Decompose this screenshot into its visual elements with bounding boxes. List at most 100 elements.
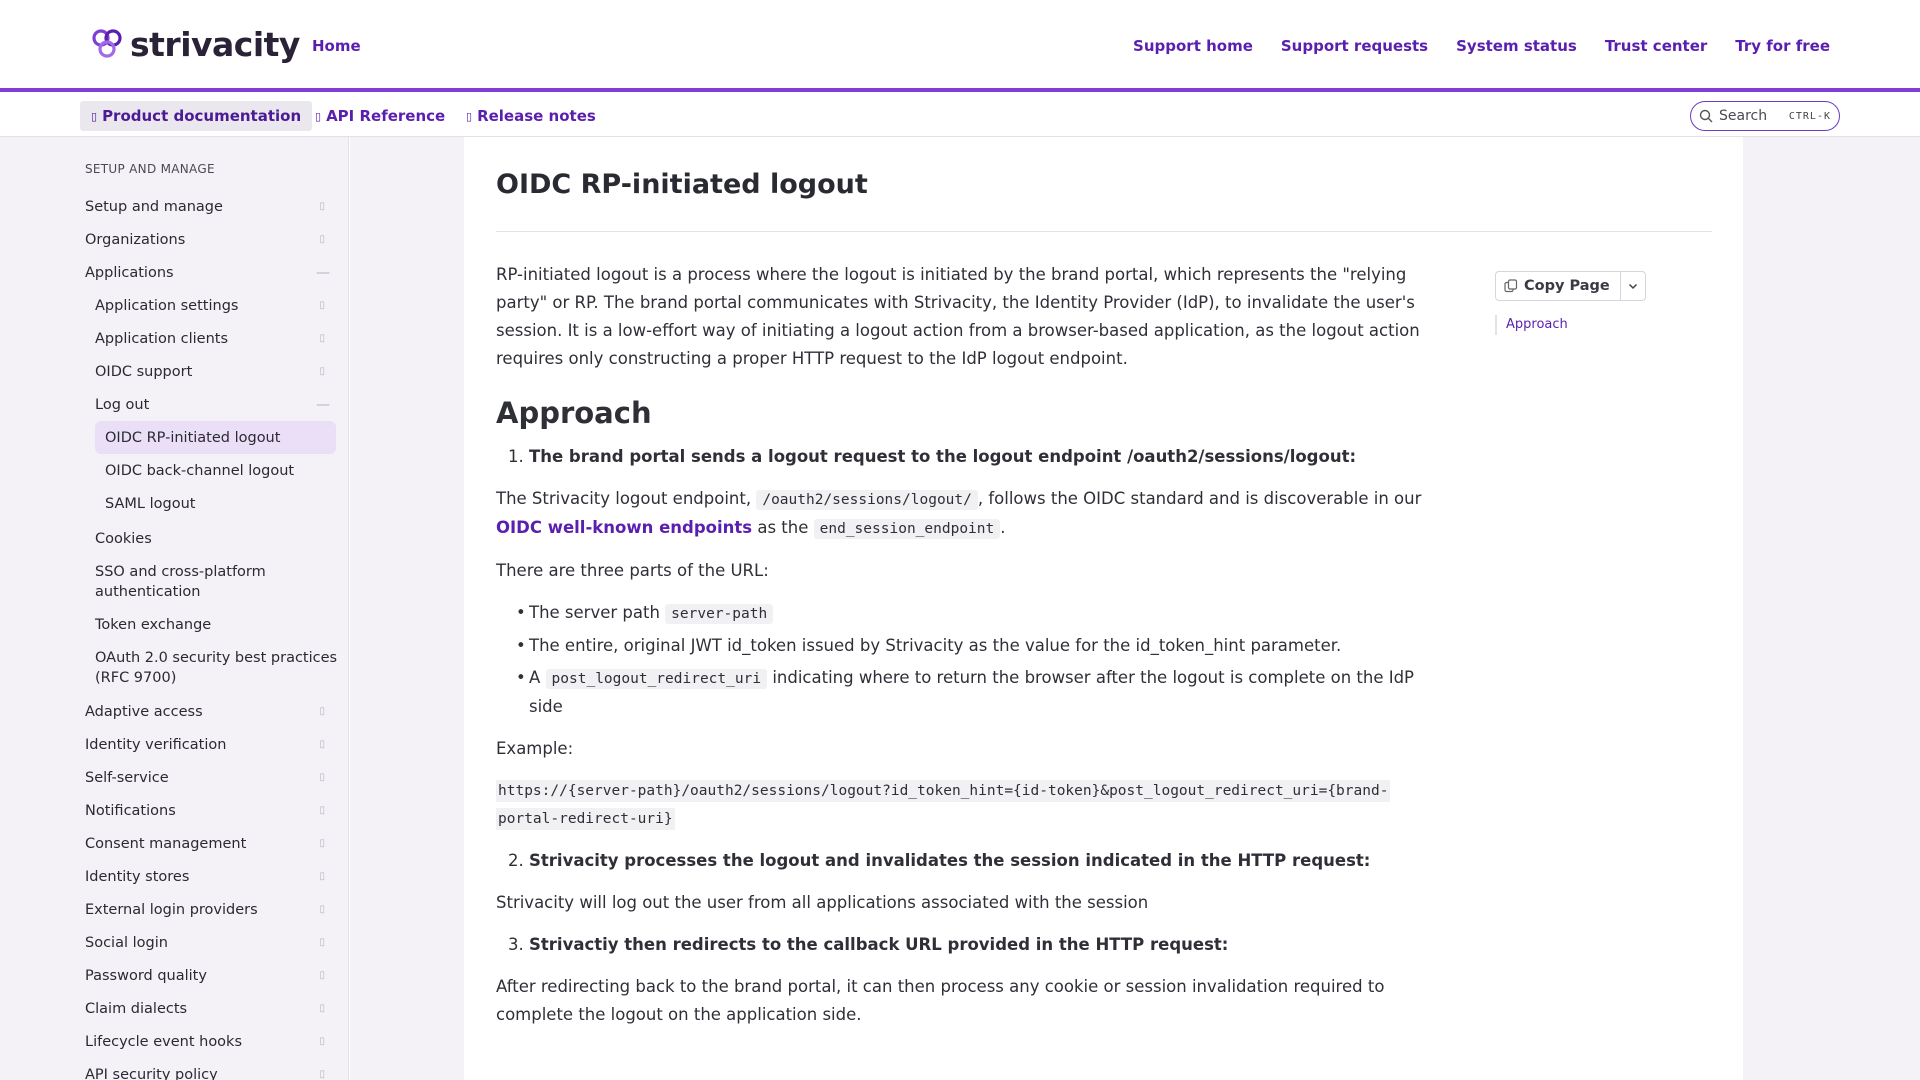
step-2: 2. Strivacity processes the logout and i… [496, 847, 1436, 875]
sidebar-item-application-clients[interactable]: Application clients ▯ [95, 329, 325, 349]
search-input[interactable]: Search CTRL-K [1690, 101, 1840, 131]
text-span: . [1000, 518, 1006, 537]
brand-logo[interactable]: strivacity [90, 24, 300, 64]
sidebar-item-cookies[interactable]: Cookies [95, 529, 335, 549]
chevron-right-icon: ▯ [319, 201, 325, 212]
sidebar-item-lifecycle-event-hooks[interactable]: Lifecycle event hooks ▯ [85, 1032, 325, 1052]
sidebar-item-sso-cross-platform[interactable]: SSO and cross-platform authentication [95, 562, 335, 602]
table-of-contents: Approach [1495, 315, 1568, 335]
text-span: The entire, original JWT id_token issued… [529, 636, 1342, 655]
sidebar-item-oidc-support[interactable]: OIDC support ▯ [95, 362, 325, 382]
chevron-right-icon: ▯ [319, 1003, 325, 1014]
tab-label: Release notes [477, 107, 596, 125]
copy-page-label: Copy Page [1524, 278, 1610, 294]
brand-name: strivacity [130, 24, 300, 64]
toc-item-approach[interactable]: Approach [1506, 315, 1568, 335]
sidebar-item-oidc-rp-initiated-logout[interactable]: OIDC RP-initiated logout [95, 421, 336, 454]
sidebar-item-saml-logout[interactable]: SAML logout [105, 494, 335, 514]
sidebar-item-label: Application settings [95, 298, 239, 314]
chevron-right-icon: ▯ [319, 739, 325, 750]
main-gutter-right [1743, 137, 1920, 1080]
sidebar-item-claim-dialects[interactable]: Claim dialects ▯ [85, 999, 325, 1019]
sidebar-item-identity-verification[interactable]: Identity verification ▯ [85, 735, 325, 755]
nav-support-home-link[interactable]: Support home [1133, 37, 1253, 55]
text-span: as the [757, 518, 809, 537]
sidebar-item-log-out[interactable]: Log out — [95, 395, 330, 415]
nav-support-requests-link[interactable]: Support requests [1281, 37, 1428, 55]
sidebar-item-application-settings[interactable]: Application settings ▯ [95, 296, 325, 316]
copy-page-button[interactable]: Copy Page [1496, 272, 1621, 300]
sidebar-item-label: Social login [85, 935, 168, 951]
nav-trust-center-link[interactable]: Trust center [1605, 37, 1707, 55]
sidebar-item-organizations[interactable]: Organizations ▯ [85, 230, 325, 250]
sidebar-item-setup-and-manage[interactable]: Setup and manage ▯ [85, 197, 325, 217]
example-code: https://{server-path}/oauth2/sessions/lo… [496, 780, 1391, 830]
tab-release-notes[interactable]: ▯ Release notes [455, 101, 607, 131]
sidebar-item-oauth-best-practices[interactable]: OAuth 2.0 security best practices (RFC 9… [95, 648, 340, 688]
sidebar-item-label: Cookies [95, 531, 152, 547]
sidebar-item-token-exchange[interactable]: Token exchange [95, 615, 335, 635]
copy-page-dropdown-button[interactable] [1621, 280, 1645, 292]
sidebar-item-password-quality[interactable]: Password quality ▯ [85, 966, 325, 986]
step-number: 3. [508, 935, 524, 954]
list-item: A post_logout_redirect_uri indicating wh… [496, 664, 1436, 721]
example-label: Example: [496, 739, 574, 758]
sidebar-item-label: Lifecycle event hooks [85, 1034, 243, 1050]
oidc-well-known-endpoints-link[interactable]: OIDC well-known endpoints [496, 518, 752, 537]
nav-system-status-link[interactable]: System status [1456, 37, 1577, 55]
approach-heading: Approach [496, 396, 652, 430]
example-code-block: https://{server-path}/oauth2/sessions/lo… [496, 777, 1436, 833]
sidebar-item-api-security-policy[interactable]: API security policy ▯ [85, 1065, 325, 1080]
chevron-right-icon: ▯ [319, 805, 325, 816]
sidebar-item-adaptive-access[interactable]: Adaptive access ▯ [85, 702, 325, 722]
sidebar-item-self-service[interactable]: Self-service ▯ [85, 768, 325, 788]
sidebar-item-notifications[interactable]: Notifications ▯ [85, 801, 325, 821]
notes-icon: ▯ [466, 109, 473, 123]
nav-try-for-free-link[interactable]: Try for free [1735, 37, 1830, 55]
chevron-right-icon: ▯ [319, 234, 325, 245]
step-number: 2. [508, 851, 524, 870]
chevron-right-icon: ▯ [319, 904, 325, 915]
sidebar-item-label: Self-service [85, 770, 169, 786]
intro-paragraph: RP-initiated logout is a process where t… [496, 265, 1420, 368]
code-icon: ▯ [315, 109, 322, 123]
sidebar-item-label: OIDC support [95, 364, 193, 380]
sidebar-item-label: Password quality [85, 968, 207, 984]
tab-label: Product documentation [102, 107, 302, 125]
inline-code: server-path [665, 604, 774, 624]
top-links: Support home Support requests System sta… [1133, 37, 1830, 55]
title-divider [496, 231, 1712, 232]
nav-home-link[interactable]: Home [312, 37, 361, 55]
sidebar-item-label: Application clients [95, 331, 229, 347]
step2-paragraph: Strivacity will log out the user from al… [496, 893, 1149, 912]
step-text: Strivactiy then redirects to the callbac… [529, 935, 1229, 954]
sidebar-item-label: Setup and manage [85, 199, 223, 215]
sidebar-heading: SETUP AND MANAGE [85, 162, 215, 176]
sidebar-item-label: Token exchange [95, 617, 212, 633]
main-gutter-left [350, 137, 464, 1080]
tab-product-documentation[interactable]: ▯ Product documentation [80, 101, 313, 131]
copy-page-button-group: Copy Page [1495, 271, 1646, 301]
sidebar-item-label: OIDC back-channel logout [105, 463, 295, 479]
sidebar: SETUP AND MANAGE Setup and manage ▯ Orga… [0, 137, 349, 1080]
sidebar-item-oidc-back-channel-logout[interactable]: OIDC back-channel logout [105, 461, 335, 481]
step-3: 3. Strivactiy then redirects to the call… [496, 931, 1436, 959]
sidebar-item-label: Adaptive access [85, 704, 203, 720]
sidebar-item-label: External login providers [85, 902, 258, 918]
chevron-right-icon: ▯ [319, 937, 325, 948]
sidebar-item-external-login-providers[interactable]: External login providers ▯ [85, 900, 325, 920]
tab-api-reference[interactable]: ▯ API Reference [304, 101, 456, 131]
book-icon: ▯ [91, 109, 98, 123]
sidebar-item-identity-stores[interactable]: Identity stores ▯ [85, 867, 325, 887]
sidebar-item-social-login[interactable]: Social login ▯ [85, 933, 325, 953]
step-number: 1. [508, 447, 524, 466]
sidebar-item-label: OAuth 2.0 security best practices (RFC 9… [95, 650, 338, 686]
step-text: The brand portal sends a logout request … [529, 447, 1357, 466]
sidebar-item-applications[interactable]: Applications — [85, 263, 330, 283]
chevron-right-icon: ▯ [319, 333, 325, 344]
tab-label: API Reference [326, 107, 446, 125]
list-item: The server path server-path [496, 599, 1436, 628]
url-parts-intro: There are three parts of the URL: [496, 561, 769, 580]
sidebar-item-label: Organizations [85, 232, 186, 248]
sidebar-item-consent-management[interactable]: Consent management ▯ [85, 834, 325, 854]
